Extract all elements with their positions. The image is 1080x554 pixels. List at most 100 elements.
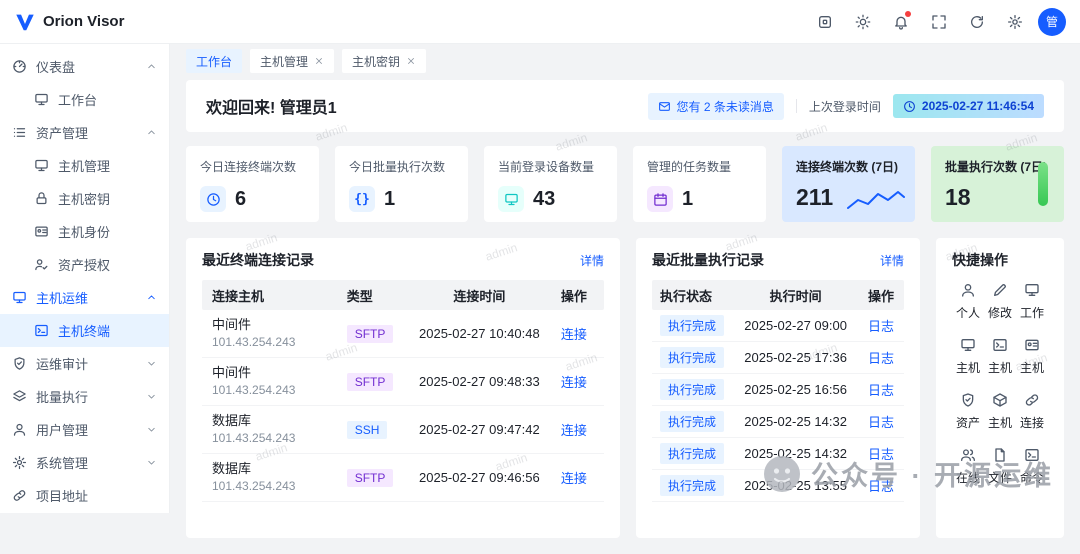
bar-chart (1038, 162, 1048, 206)
chevron-down-icon (146, 457, 157, 468)
quick-action-connect[interactable]: 连接 (1016, 392, 1048, 431)
connect-link[interactable]: 连接 (561, 375, 587, 390)
log-link[interactable]: 日志 (868, 447, 894, 462)
quick-action-modify[interactable]: 修改 (984, 282, 1016, 321)
identity-card-icon (1024, 337, 1040, 353)
status-badge: 执行完成 (660, 379, 724, 400)
table-row[interactable]: 中间件101.43.254.243 SFTP 2025-02-27 09:48:… (202, 358, 604, 406)
quick-action-host-4[interactable]: 主机 (984, 392, 1016, 431)
log-link[interactable]: 日志 (868, 479, 894, 494)
connect-link[interactable]: 连接 (561, 327, 587, 342)
app-title: Orion Visor (43, 13, 124, 30)
table-row[interactable]: 执行完成 2025-02-27 09:00 日志 (652, 310, 904, 342)
tab-host-manage[interactable]: 主机管理 (250, 49, 334, 73)
table-row[interactable]: 执行完成 2025-02-25 13:55 日志 (652, 470, 904, 502)
terminal-detail-link[interactable]: 详情 (580, 252, 604, 269)
exec-detail-link[interactable]: 详情 (880, 252, 904, 269)
table-row[interactable]: 数据库101.43.254.243 SFTP 2025-02-27 09:46:… (202, 454, 604, 502)
type-badge: SFTP (347, 373, 394, 391)
unread-messages-badge[interactable]: 您有 2 条未读消息 (648, 93, 784, 120)
log-link[interactable]: 日志 (868, 351, 894, 366)
log-link[interactable]: 日志 (868, 415, 894, 430)
monitor-icon (960, 337, 976, 353)
type-badge: SFTP (347, 325, 394, 343)
sidebar-item-host-terminal[interactable]: 主机终端 (0, 314, 169, 347)
refresh-icon[interactable] (962, 7, 992, 37)
quick-action-online[interactable]: 在线 (952, 447, 984, 486)
sidebar-item-asset-grant[interactable]: 资产授权 (0, 248, 169, 281)
clock-icon (200, 186, 226, 212)
tab-host-key[interactable]: 主机密钥 (342, 49, 426, 73)
tab-workbench[interactable]: 工作台 (186, 49, 242, 73)
avatar[interactable]: 管 (1038, 8, 1066, 36)
table-row[interactable]: 数据库101.43.254.243 SSH 2025-02-27 09:47:4… (202, 406, 604, 454)
panel-title: 快捷操作 (952, 250, 1008, 270)
task-calendar-icon (647, 186, 673, 212)
quick-action-workbench[interactable]: 工作 (1016, 282, 1048, 321)
sidebar-item-host-key[interactable]: 主机密钥 (0, 182, 169, 215)
sidebar-item-asset-manage[interactable]: 资产管理 (0, 116, 169, 149)
divider (796, 99, 797, 113)
fullscreen-icon[interactable] (924, 7, 954, 37)
apps-icon[interactable] (810, 7, 840, 37)
close-icon[interactable] (314, 56, 324, 66)
status-badge: 执行完成 (660, 411, 724, 432)
quick-action-personal[interactable]: 个人 (952, 282, 984, 321)
table-row[interactable]: 执行完成 2025-02-25 17:36 日志 (652, 342, 904, 374)
top-header: Orion Visor 管 (0, 0, 1080, 44)
stat-card-terminal-7d: 连接终端次数 (7日) 211 (782, 146, 915, 222)
quick-action-host-2[interactable]: 主机 (984, 337, 1016, 376)
user-icon (12, 422, 27, 437)
notification-dot (905, 11, 911, 17)
chevron-down-icon (146, 358, 157, 369)
sidebar-item-project-link[interactable]: 项目地址 (0, 479, 169, 512)
quick-action-asset[interactable]: 资产 (952, 392, 984, 431)
sidebar-item-ops-audit[interactable]: 运维审计 (0, 347, 169, 380)
log-link[interactable]: 日志 (868, 319, 894, 334)
close-icon[interactable] (406, 56, 416, 66)
quick-action-host-1[interactable]: 主机 (952, 337, 984, 376)
stat-card-login-devices: 当前登录设备数量 43 (484, 146, 617, 222)
table-row[interactable]: 中间件101.43.254.243 SFTP 2025-02-27 10:40:… (202, 310, 604, 358)
assets-list-icon (12, 125, 27, 140)
welcome-card: 欢迎回来! 管理员1 您有 2 条未读消息 上次登录时间 2025-02-27 … (186, 80, 1064, 132)
terminal-icon (1024, 447, 1040, 463)
connect-link[interactable]: 连接 (561, 471, 587, 486)
workbench-icon (34, 92, 49, 107)
user-icon (960, 282, 976, 298)
settings-gear-icon[interactable] (1000, 7, 1030, 37)
sidebar-item-host-identity[interactable]: 主机身份 (0, 215, 169, 248)
table-row[interactable]: 执行完成 2025-02-25 14:32 日志 (652, 438, 904, 470)
theme-sun-icon[interactable] (848, 7, 878, 37)
sidebar-item-batch-exec[interactable]: 批量执行 (0, 380, 169, 413)
table-row[interactable]: 执行完成 2025-02-25 16:56 日志 (652, 374, 904, 406)
type-badge: SSH (347, 421, 388, 439)
tab-bar: 工作台 主机管理 主机密钥 (170, 44, 1080, 78)
sidebar-item-user-manage[interactable]: 用户管理 (0, 413, 169, 446)
panel-title: 最近批量执行记录 (652, 250, 764, 270)
quick-action-file[interactable]: 文件 (984, 447, 1016, 486)
system-gear-icon (12, 455, 27, 470)
device-monitor-icon (498, 186, 524, 212)
welcome-right: 您有 2 条未读消息 上次登录时间 2025-02-27 11:46:54 (648, 93, 1044, 120)
sidebar-item-dashboard[interactable]: 仪表盘 (0, 50, 169, 83)
stat-card-tasks: 管理的任务数量 1 (633, 146, 766, 222)
chevron-down-icon (146, 424, 157, 435)
table-header: 连接主机 类型 连接时间 操作 (202, 280, 604, 310)
sidebar-item-workbench[interactable]: 工作台 (0, 83, 169, 116)
stat-card-terminal-today: 今日连接终端次数 6 (186, 146, 319, 222)
clock-icon (903, 100, 916, 113)
edit-icon (992, 282, 1008, 298)
table-row[interactable]: 执行完成 2025-02-25 14:32 日志 (652, 406, 904, 438)
connect-link[interactable]: 连接 (561, 423, 587, 438)
quick-action-command[interactable]: 命令 (1016, 447, 1048, 486)
host-ops-monitor-icon (12, 290, 27, 305)
logo-icon (14, 11, 36, 33)
notifications-bell-icon[interactable] (886, 7, 916, 37)
sidebar-item-host-manage[interactable]: 主机管理 (0, 149, 169, 182)
quick-action-host-3[interactable]: 主机 (1016, 337, 1048, 376)
sidebar-item-system-manage[interactable]: 系统管理 (0, 446, 169, 479)
sidebar-item-host-ops[interactable]: 主机运维 (0, 281, 169, 314)
log-link[interactable]: 日志 (868, 383, 894, 398)
batch-layers-icon (12, 389, 27, 404)
